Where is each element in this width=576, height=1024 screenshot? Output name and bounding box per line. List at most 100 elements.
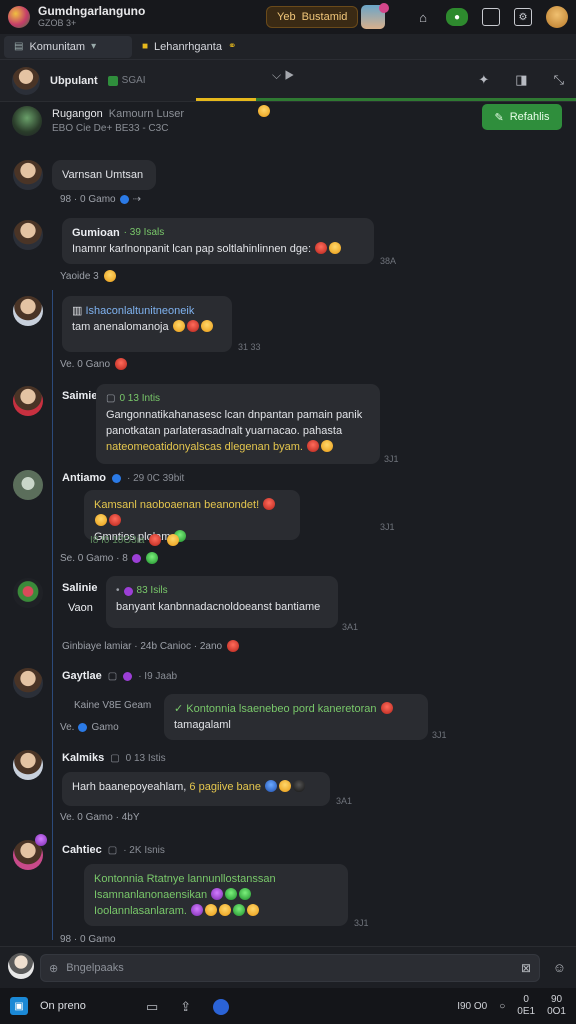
share-icon[interactable]: ⇪ [180, 999, 191, 1015]
message-avatar[interactable] [13, 386, 43, 416]
status-pill[interactable]: Yeb Bustamid [266, 6, 359, 28]
attach-icon: ▢ [106, 393, 116, 404]
message-reactions[interactable]: 98 · 0 Gamo [60, 934, 116, 945]
message-reactions[interactable]: Ve. 0 Gano [60, 358, 128, 370]
message-timestamp: 3J1 [354, 918, 369, 928]
chevron-icon: ▾ [91, 41, 97, 52]
emoji-picker-icon[interactable]: ☺ [553, 960, 566, 975]
message-bubble: Kamsanl naoboaenan beanondet! Gmntios pl… [84, 490, 300, 543]
user-avatar[interactable] [546, 6, 568, 28]
message-author: Saimie [62, 390, 98, 402]
media-controls[interactable]: ⌵ ▶ [272, 68, 294, 83]
message-avatar[interactable] [13, 160, 43, 190]
message-avatar[interactable] [13, 750, 43, 780]
status-bar: ▣ On preno ▭ ⇪ I90 O0 ○ 0 0E1 90 0O1 [0, 988, 576, 1024]
reaction-dot-icon [119, 195, 129, 204]
reaction-text: Se. 0 Gamo · 8 [60, 552, 128, 564]
channel-avatar[interactable] [12, 66, 40, 95]
emoji-icon [263, 498, 276, 510]
emoji-icon [233, 904, 246, 916]
channel-title: Ubpulant [50, 74, 98, 87]
emoji-icon [315, 242, 328, 254]
message-reactions[interactable]: 98 · 0 Gamo ⇢ [60, 194, 141, 205]
message-timestamp: 31 33 [238, 342, 261, 352]
message-highlight: Kamsanl naoboaenan beanondet! [94, 499, 260, 511]
emoji-icon [109, 514, 121, 526]
message-time-tag: · 2K Isnis [123, 844, 165, 856]
doc-icon: ▤ [14, 41, 24, 52]
reaction-text: Ve. 0 Gamo · 4bY [60, 812, 140, 823]
window-icon[interactable] [482, 8, 500, 26]
status-pill-label: Bustamid [301, 11, 348, 23]
emoji-icon [186, 320, 199, 332]
message-input[interactable]: ⊕ Bngelpaaks ⊠ [40, 954, 540, 982]
message-author-secondary: Vaon [68, 602, 93, 614]
home-icon[interactable]: ⌂ [414, 8, 432, 26]
message-avatar[interactable] [13, 668, 43, 698]
pencil-icon: ✎ [494, 111, 504, 124]
message-author: Varnsan Umtsan [62, 169, 144, 181]
reply-line[interactable]: Yaoide 3 [60, 270, 117, 282]
status-value-b: 0 [523, 994, 529, 1005]
message-avatar[interactable] [13, 578, 43, 608]
reply-line[interactable]: Ginbiaye lamiar · 24b Canioc · 2ano [62, 640, 240, 652]
message-text-line: Isamnanlanonaensikan [94, 887, 338, 903]
message-reactions[interactable]: Ve. 0 Gamo · 4bY [60, 812, 140, 823]
message-link-text[interactable]: Ishaconlaltunitneoneik [85, 305, 194, 317]
emoji-icon [320, 440, 333, 452]
close-icon[interactable]: ⊠ [521, 961, 531, 975]
channel-meta-text: SGAI [121, 75, 146, 86]
attach-icon: ▢ [107, 844, 118, 856]
message-highlight: 6 pagiive bane [189, 781, 261, 793]
emoji-icon [205, 904, 218, 916]
pinned-avatar[interactable] [12, 106, 42, 136]
message-text-line: tam anenalomanoja [72, 319, 222, 335]
add-icon[interactable]: ⊕ [49, 962, 58, 975]
shrink-icon[interactable]: ⤡ [554, 72, 564, 88]
message-timestamp: 38A [380, 256, 397, 266]
panel-icon[interactable]: ◨ [515, 72, 527, 88]
message-avatar[interactable] [13, 220, 43, 250]
message-text-line: Kontonnia Rtatnye lannunllostanssan [94, 871, 338, 887]
reaction-text: Gamo [91, 722, 119, 733]
message-time-tag: · I9 Jaab [138, 670, 178, 682]
message-reactions[interactable]: Se. 0 Gamo · 8 [60, 552, 159, 564]
game-icon[interactable]: ● [446, 8, 468, 26]
message-avatar[interactable] [13, 470, 43, 500]
tab-lehanrhganta[interactable]: ■ Lehanrhganta ⚭ [132, 36, 246, 58]
message-header: Gumioan · 39 Isals [72, 225, 364, 241]
pinned-meta: EBO Cie De+ BE33 - C3C [52, 123, 169, 134]
status-stack-c: 90 0O1 [547, 994, 566, 1018]
status-value-c2: 0O1 [547, 1006, 566, 1017]
message-time-tag: 83 Isils [136, 585, 168, 596]
tab-komunitam[interactable]: ▤ Komunitam ▾ [4, 35, 132, 58]
emoji-icon [239, 888, 252, 900]
message-text-body: tam anenalomanoja [72, 321, 169, 333]
pin-icon[interactable]: ✦ [478, 72, 489, 88]
message-avatar[interactable] [13, 296, 43, 326]
notification-dot [379, 3, 389, 13]
message-timestamp: 3A1 [342, 622, 359, 632]
emoji-icon [103, 270, 116, 282]
message-text: Inamnr karlnonpanit lcan pap soltlahinli… [72, 241, 364, 257]
emoji-icon [258, 105, 270, 117]
status-dot-icon [123, 586, 133, 596]
app-logo [8, 6, 30, 28]
app-icon[interactable]: ▣ [10, 997, 28, 1015]
compass-icon[interactable] [213, 999, 230, 1015]
status-value-c: 90 [550, 994, 563, 1005]
app-titlebar: Gumdngarlanguno GZOB 3+ Yeb Bustamid ⌂ ●… [0, 0, 576, 34]
status-pill-prefix: Yeb [277, 11, 296, 23]
circle-icon: ○ [499, 1000, 506, 1012]
message-time-tag: 0 13 Istis [125, 752, 166, 764]
message-highlight: Isamnanlanonaensikan [94, 889, 208, 901]
emoji-icon [227, 640, 240, 652]
message-bubble: • 83 Isils banyant kanbnnadacnoldoeanst b… [106, 576, 338, 628]
settings-icon[interactable]: ⚙ [514, 8, 532, 26]
message-reactions[interactable]: Ve. Gamo [60, 722, 119, 733]
profile-avatar[interactable] [361, 3, 389, 29]
message-author: Gumioan [72, 227, 120, 239]
chat-icon[interactable]: ▭ [146, 999, 158, 1015]
refresh-button[interactable]: ✎ Refahlis [482, 104, 562, 130]
composer-avatar[interactable] [8, 953, 34, 979]
